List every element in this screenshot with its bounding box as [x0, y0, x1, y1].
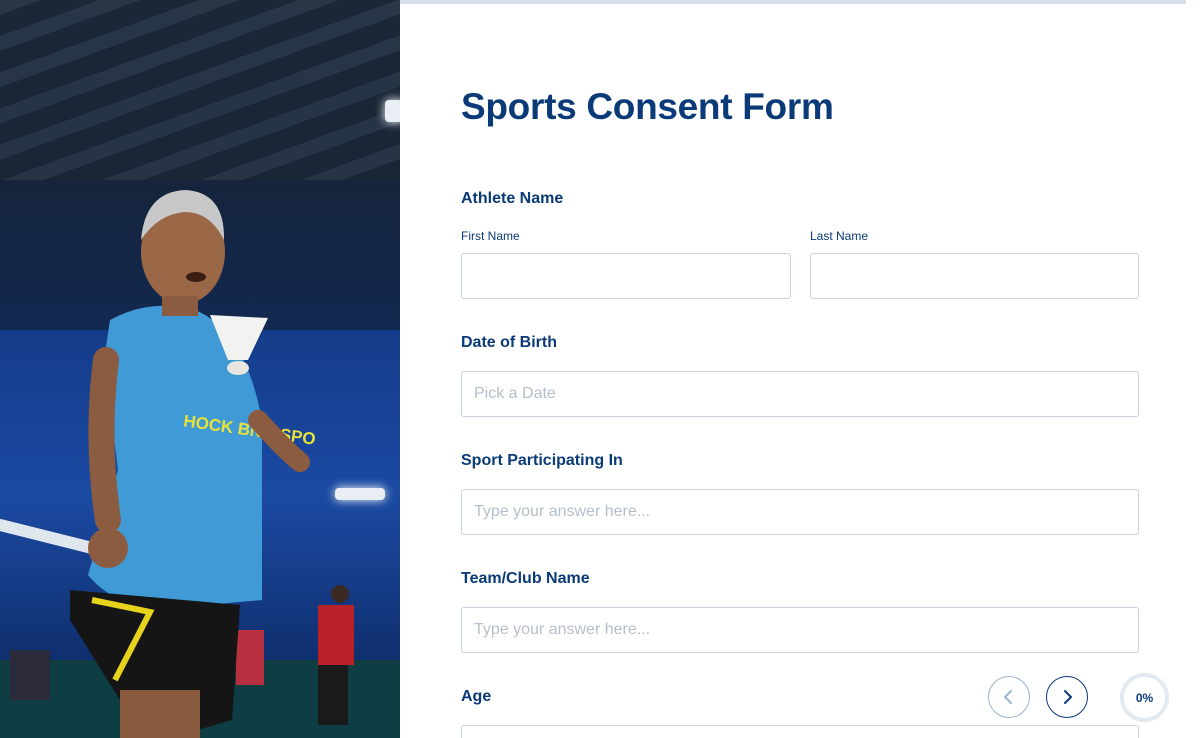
- date-of-birth-input[interactable]: [461, 371, 1139, 417]
- badminton-player-photo: HOCK BNG SPO: [0, 0, 400, 738]
- chevron-right-icon: [1064, 690, 1072, 704]
- next-button[interactable]: [1046, 676, 1088, 718]
- athlete-name-label: Athlete Name: [461, 190, 564, 207]
- sport-input[interactable]: [461, 489, 1139, 535]
- sport-label: Sport Participating In: [461, 452, 623, 469]
- progress-percent: 0%: [1135, 690, 1154, 705]
- last-name-label: Last Name: [810, 229, 869, 243]
- top-progress-strip: [400, 0, 1186, 4]
- progress-indicator: 0%: [1120, 673, 1169, 722]
- player-figure-icon: HOCK BNG SPO: [0, 190, 354, 738]
- form-title: Sports Consent Form: [461, 86, 834, 127]
- first-name-input[interactable]: [461, 253, 791, 299]
- age-input[interactable]: [461, 725, 1139, 738]
- team-club-label: Team/Club Name: [461, 570, 590, 587]
- last-name-input[interactable]: [810, 253, 1139, 299]
- previous-button[interactable]: [988, 676, 1030, 718]
- age-label: Age: [461, 688, 492, 705]
- scrollbar-gutter: [1186, 0, 1200, 738]
- chevron-left-icon: [1004, 690, 1012, 704]
- first-name-label: First Name: [461, 229, 520, 243]
- date-of-birth-label: Date of Birth: [461, 334, 557, 351]
- team-club-input[interactable]: [461, 607, 1139, 653]
